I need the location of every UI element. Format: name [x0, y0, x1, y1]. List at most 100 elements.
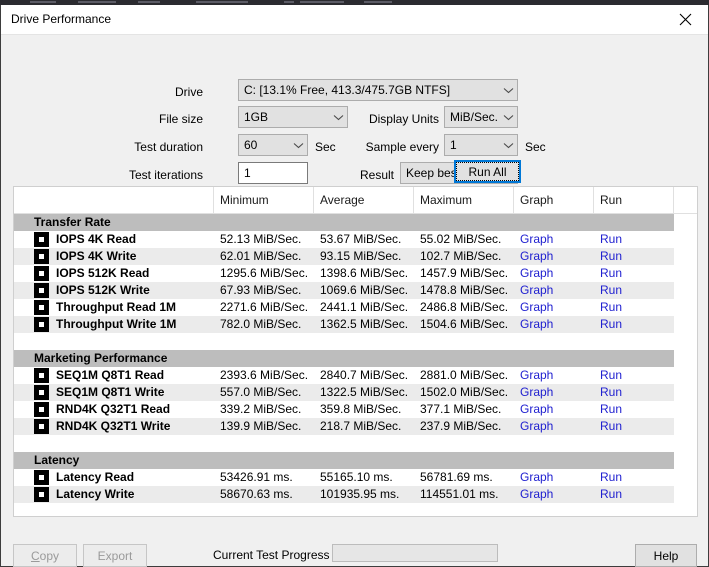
benchmark-item-icon [34, 419, 49, 434]
row-run-link[interactable]: Run [600, 232, 622, 246]
group-header-row: Marketing Performance [14, 350, 674, 367]
results-list: Minimum Average Maximum Graph Run Transf… [13, 186, 698, 517]
title-bar: Drive Performance [1, 5, 708, 35]
group-spacer [14, 333, 674, 350]
row-name: Latency Write [56, 487, 135, 501]
close-icon [679, 13, 692, 26]
table-row[interactable]: SEQ1M Q8T1 Write 557.0 MiB/Sec. 1322.5 MiB… [14, 384, 674, 401]
group-header-row: Transfer Rate [14, 214, 674, 231]
row-average: 218.7 MiB/Sec. [320, 419, 402, 433]
row-run-link[interactable]: Run [600, 300, 622, 314]
row-maximum: 56781.69 ms. [420, 470, 493, 484]
benchmark-item-icon [34, 487, 49, 502]
row-name: Throughput Read 1M [56, 300, 176, 314]
row-minimum: 62.01 MiB/Sec. [220, 249, 302, 263]
row-graph-link[interactable]: Graph [520, 266, 553, 280]
drive-select[interactable]: C: [13.1% Free, 413.3/475.7GB NTFS] [238, 79, 518, 101]
benchmark-item-icon [34, 283, 49, 298]
row-run-link[interactable]: Run [600, 317, 622, 331]
file-size-label: File size [158, 112, 203, 126]
row-graph-link[interactable]: Graph [520, 232, 553, 246]
benchmark-item-icon [34, 232, 49, 247]
table-row[interactable]: IOPS 512K Write 67.93 MiB/Sec. 1069.6 MiB/… [14, 282, 674, 299]
row-graph-link[interactable]: Graph [520, 283, 553, 297]
chevron-down-icon [330, 114, 347, 121]
row-run-link[interactable]: Run [600, 266, 622, 280]
test-duration-select[interactable]: 60 [238, 134, 308, 156]
row-run-link[interactable]: Run [600, 385, 622, 399]
row-maximum: 237.9 MiB/Sec. [420, 419, 502, 433]
export-button[interactable]: Export [83, 544, 147, 567]
row-maximum: 1457.9 MiB/Sec. [420, 266, 509, 280]
test-duration-unit-label: Sec [315, 140, 336, 154]
row-graph-link[interactable]: Graph [520, 368, 553, 382]
column-header-name[interactable] [14, 187, 214, 213]
table-row[interactable]: IOPS 4K Write 62.01 MiB/Sec. 93.15 MiB/Sec… [14, 248, 674, 265]
row-name: IOPS 4K Write [56, 249, 137, 263]
test-iterations-input[interactable]: 1 [238, 162, 308, 184]
result-label: Result [359, 168, 394, 182]
row-maximum: 2881.0 MiB/Sec. [420, 368, 509, 382]
footer-bar: Copy Export Current Test Progress Help [1, 518, 708, 567]
table-row[interactable]: SEQ1M Q8T1 Read 2393.6 MiB/Sec. 2840.7 MiB… [14, 367, 674, 384]
row-run-link[interactable]: Run [600, 368, 622, 382]
row-maximum: 1504.6 MiB/Sec. [420, 317, 509, 331]
row-graph-link[interactable]: Graph [520, 487, 553, 501]
row-average: 93.15 MiB/Sec. [320, 249, 402, 263]
table-row[interactable]: IOPS 4K Read 52.13 MiB/Sec. 53.67 MiB/Sec.… [14, 231, 674, 248]
row-maximum: 2486.8 MiB/Sec. [420, 300, 509, 314]
results-list-body: Transfer Rate IOPS 4K Read 52.13 MiB/Sec. 5… [14, 214, 697, 503]
row-graph-link[interactable]: Graph [520, 300, 553, 314]
row-run-link[interactable]: Run [600, 470, 622, 484]
row-run-link[interactable]: Run [600, 487, 622, 501]
benchmark-item-icon [34, 402, 49, 417]
benchmark-item-icon [34, 470, 49, 485]
chevron-down-icon [500, 114, 517, 121]
column-header-average[interactable]: Average [314, 187, 414, 213]
table-row[interactable]: RND4K Q32T1 Write 139.9 MiB/Sec. 218.7 MiB… [14, 418, 674, 435]
test-duration-label: Test duration [134, 140, 203, 154]
row-graph-link[interactable]: Graph [520, 249, 553, 263]
display-units-select[interactable]: MiB/Sec. [444, 106, 518, 128]
column-header-maximum[interactable]: Maximum [414, 187, 514, 213]
row-graph-link[interactable]: Graph [520, 470, 553, 484]
row-name: IOPS 4K Read [56, 232, 137, 246]
progress-label: Current Test Progress [213, 548, 330, 562]
table-row[interactable]: IOPS 512K Read 1295.6 MiB/Sec. 1398.6 MiB/… [14, 265, 674, 282]
row-name: SEQ1M Q8T1 Read [56, 368, 165, 382]
row-graph-link[interactable]: Graph [520, 419, 553, 433]
row-run-link[interactable]: Run [600, 249, 622, 263]
run-all-button[interactable]: Run All [454, 160, 521, 183]
file-size-select[interactable]: 1GB [238, 106, 348, 128]
row-maximum: 377.1 MiB/Sec. [420, 402, 502, 416]
row-graph-link[interactable]: Graph [520, 385, 553, 399]
sample-every-unit-label: Sec [525, 140, 546, 154]
export-button-label: Export [97, 548, 133, 563]
help-button[interactable]: Help [635, 544, 697, 567]
sample-every-label: Sample every [365, 140, 439, 154]
copy-button[interactable]: Copy [13, 544, 77, 567]
row-graph-link[interactable]: Graph [520, 317, 553, 331]
table-row[interactable]: Latency Read 53426.91 ms. 55165.10 ms. 5678… [14, 469, 674, 486]
row-average: 101935.95 ms. [320, 487, 400, 501]
row-run-link[interactable]: Run [600, 402, 622, 416]
table-row[interactable]: Latency Write 58670.63 ms. 101935.95 ms. 11… [14, 486, 674, 503]
table-row[interactable]: RND4K Q32T1 Read 339.2 MiB/Sec. 359.8 MiB/… [14, 401, 674, 418]
row-minimum: 67.93 MiB/Sec. [220, 283, 302, 297]
row-run-link[interactable]: Run [600, 283, 622, 297]
row-run-link[interactable]: Run [600, 419, 622, 433]
column-header-run[interactable]: Run [594, 187, 674, 213]
row-average: 1322.5 MiB/Sec. [320, 385, 409, 399]
table-row[interactable]: Throughput Write 1M 782.0 MiB/Sec. 1362.5 … [14, 316, 674, 333]
column-header-graph[interactable]: Graph [514, 187, 594, 213]
close-button[interactable] [662, 5, 708, 34]
chevron-down-icon [500, 142, 517, 149]
row-name: IOPS 512K Read [56, 266, 150, 280]
column-header-minimum[interactable]: Minimum [214, 187, 314, 213]
display-units-select-value: MiB/Sec. [450, 110, 499, 124]
table-row[interactable]: Throughput Read 1M 2271.6 MiB/Sec. 2441.1 … [14, 299, 674, 316]
sample-every-select[interactable]: 1 [444, 134, 518, 156]
drive-performance-window: Drive Performance Drive C: [13.1% Free, … [0, 5, 709, 567]
row-graph-link[interactable]: Graph [520, 402, 553, 416]
display-units-label: Display Units [368, 112, 439, 126]
